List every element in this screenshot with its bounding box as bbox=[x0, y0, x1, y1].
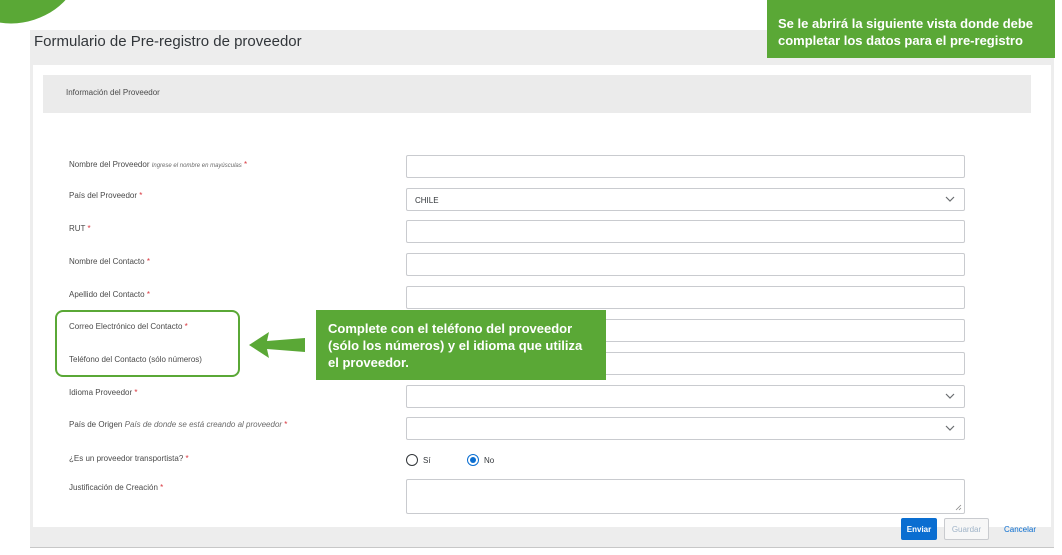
rut-label: RUT * bbox=[69, 224, 91, 233]
page-title: Formulario de Pre-registro de proveedor bbox=[34, 33, 302, 50]
origin-country-label-text: País de Origen bbox=[69, 420, 123, 429]
radio-label-yes: Sí bbox=[423, 456, 431, 465]
section-title: Información del Proveedor bbox=[66, 88, 160, 97]
contact-first-name-label-text: Nombre del Contacto bbox=[69, 257, 145, 266]
is-carrier-label-text: ¿Es un proveedor transportista? bbox=[69, 454, 184, 463]
chevron-down-icon bbox=[945, 425, 955, 431]
required-marker: * bbox=[146, 290, 150, 299]
resize-grip-icon[interactable] bbox=[955, 504, 962, 511]
required-marker: * bbox=[284, 420, 288, 429]
supplier-language-label-text: Idioma Proveedor bbox=[69, 388, 133, 397]
callout-mid-line-3: el proveedor. bbox=[328, 355, 409, 370]
origin-country-hint: País de donde se está creando al proveed… bbox=[124, 420, 283, 429]
justification-label: Justificación de Creación * bbox=[69, 483, 163, 492]
contact-first-name-label: Nombre del Contacto * bbox=[69, 257, 150, 266]
callout-top-line-1: Se le abrirá la siguiente vista donde de… bbox=[778, 16, 1034, 31]
justification-label-text: Justificación de Creación bbox=[69, 483, 158, 492]
left-arrow-icon bbox=[249, 332, 305, 358]
supplier-language-label: Idioma Proveedor * bbox=[69, 388, 138, 397]
justification-textarea[interactable] bbox=[406, 479, 965, 514]
supplier-name-hint: Ingrese el nombre en mayúsculas bbox=[151, 163, 242, 169]
rut-label-text: RUT bbox=[69, 224, 86, 233]
phone-language-highlight bbox=[55, 310, 240, 377]
save-button[interactable]: Guardar bbox=[944, 518, 989, 540]
supplier-name-label-text: Nombre del Proveedor bbox=[69, 160, 150, 169]
contact-last-name-label: Apellido del Contacto * bbox=[69, 290, 150, 299]
supplier-country-select[interactable]: CHILE bbox=[406, 188, 965, 211]
required-marker: * bbox=[146, 257, 150, 266]
callout-mid-line-1: Complete con el teléfono del proveedor bbox=[328, 321, 573, 336]
supplier-country-label: País del Proveedor * bbox=[69, 191, 142, 200]
contact-last-name-label-text: Apellido del Contacto bbox=[69, 290, 145, 299]
required-marker: * bbox=[134, 388, 138, 397]
contact-first-name-input[interactable] bbox=[406, 253, 965, 276]
phone-language-callout: Complete con el teléfono del proveedor (… bbox=[316, 310, 606, 380]
supplier-form: Información del Proveedor Nombre del Pro… bbox=[33, 65, 1051, 527]
supplier-name-label: Nombre del Proveedor Ingrese el nombre e… bbox=[69, 160, 247, 169]
cancel-button[interactable]: Cancelar bbox=[996, 518, 1044, 540]
required-marker: * bbox=[244, 160, 248, 169]
contact-last-name-input[interactable] bbox=[406, 286, 965, 309]
radio-label-no: No bbox=[484, 456, 495, 465]
radio-button-no[interactable] bbox=[467, 454, 479, 466]
required-marker: * bbox=[87, 224, 91, 233]
chevron-down-icon bbox=[945, 196, 955, 202]
is-carrier-label: ¿Es un proveedor transportista? * bbox=[69, 454, 189, 463]
origin-country-select[interactable] bbox=[406, 417, 965, 440]
send-button[interactable]: Enviar bbox=[901, 518, 937, 540]
rut-input[interactable] bbox=[406, 220, 965, 243]
required-marker: * bbox=[139, 191, 143, 200]
supplier-country-value: CHILE bbox=[415, 196, 439, 205]
intro-callout: Se le abrirá la siguiente vista donde de… bbox=[767, 0, 1055, 58]
supplier-language-select[interactable] bbox=[406, 385, 965, 408]
chevron-down-icon bbox=[945, 393, 955, 399]
section-header: Información del Proveedor bbox=[43, 75, 1031, 113]
radio-button-yes[interactable] bbox=[406, 454, 418, 466]
supplier-name-input[interactable] bbox=[406, 155, 965, 178]
supplier-country-label-text: País del Proveedor bbox=[69, 191, 138, 200]
callout-top-line-2: completar los datos para el pre-registro bbox=[778, 33, 1023, 48]
required-marker: * bbox=[185, 454, 189, 463]
page-frame: Formulario de Pre-registro de proveedor … bbox=[30, 30, 1054, 548]
callout-mid-line-2: (sólo los números) y el idioma que utili… bbox=[328, 338, 583, 353]
required-marker: * bbox=[160, 483, 164, 492]
origin-country-label: País de Origen País de donde se está cre… bbox=[69, 420, 287, 429]
